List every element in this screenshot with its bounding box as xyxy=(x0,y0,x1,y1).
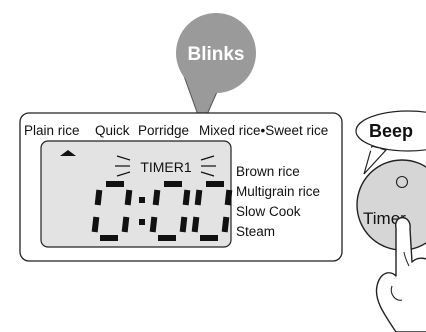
digit-segment-c xyxy=(121,216,130,233)
timer-indicator: TIMER1 xyxy=(140,159,192,175)
menu-porridge: Porridge xyxy=(138,123,189,138)
menu-steam: Steam xyxy=(236,224,275,239)
time-colon xyxy=(139,197,145,203)
timer-button-press: Timer xyxy=(356,159,426,332)
digit-segment-e xyxy=(191,216,200,233)
digit-segment-b xyxy=(124,189,133,206)
time-colon xyxy=(139,219,145,225)
blinks-callout: Blinks xyxy=(176,13,256,128)
digit-segment-c xyxy=(221,216,230,233)
control-panel: Plain rice Quick Porridge Mixed rice•Swe… xyxy=(19,112,343,262)
menu-plain-rice: Plain rice xyxy=(24,123,80,138)
timer-diagram: Blinks Plain rice Quick Porridge Mixed r… xyxy=(19,13,426,332)
digit-segment-b xyxy=(224,189,233,206)
menu-quick: Quick xyxy=(95,123,130,138)
digit-segment-e xyxy=(91,216,100,233)
menu-mixed-sweet-rice: Mixed rice•Sweet rice xyxy=(199,123,328,138)
lcd-display: TIMER1 xyxy=(40,140,233,248)
menu-multigrain-rice: Multigrain rice xyxy=(236,184,320,199)
digit-segment-c xyxy=(179,216,188,233)
digit-segment-f xyxy=(94,189,103,206)
callout-label: Blinks xyxy=(187,44,244,65)
lcd-screen xyxy=(40,140,232,248)
digit-segment-f xyxy=(194,189,203,206)
menu-slow-cook: Slow Cook xyxy=(236,204,301,219)
digit-segment-b xyxy=(182,189,191,206)
menu-brown-rice: Brown rice xyxy=(236,164,300,179)
beep-label: Beep xyxy=(369,121,413,141)
timer-button[interactable] xyxy=(356,159,426,251)
digit-segment-f xyxy=(152,189,161,206)
digit-segment-e xyxy=(149,216,158,233)
